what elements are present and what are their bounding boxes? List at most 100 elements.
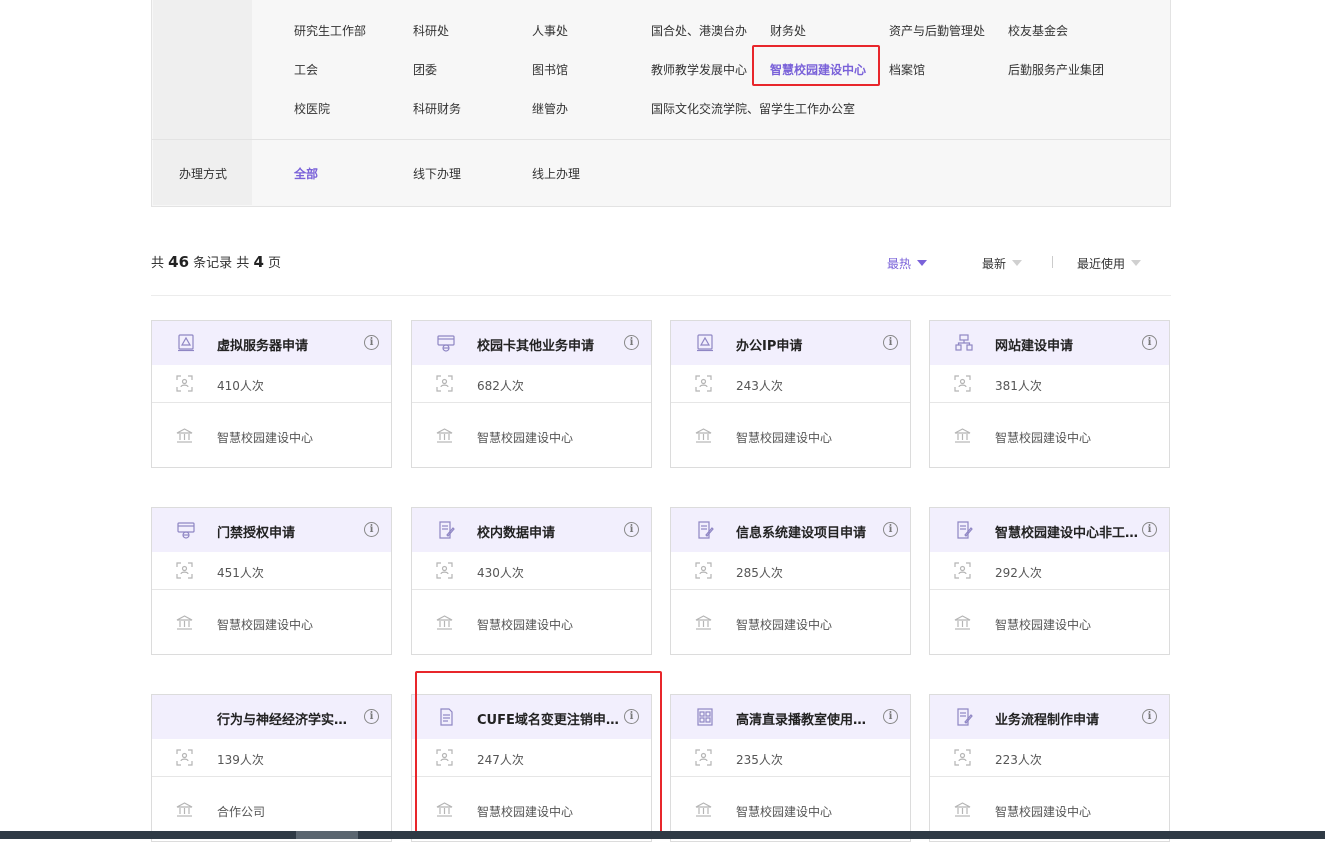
department-option[interactable]: 研究生工作部: [294, 22, 366, 39]
department-option[interactable]: 校医院: [294, 100, 330, 117]
service-card[interactable]: 高清直录播教室使用… i 235人次 智慧校园建设中心: [670, 694, 911, 842]
card-title[interactable]: 校内数据申请: [477, 522, 623, 541]
info-icon[interactable]: i: [1142, 709, 1157, 724]
service-card[interactable]: 智慧校园建设中心非工… i 292人次智慧校园建设中心: [929, 507, 1170, 655]
service-card[interactable]: 行为与神经经济学实… i 139人次 合作公司: [151, 694, 392, 842]
service-card[interactable]: 办公IP申请 i 243人次 智慧校园建设中心: [670, 320, 911, 468]
card-usage-row: 223人次: [930, 739, 1169, 777]
department-option[interactable]: 教师教学发展中心: [651, 61, 747, 78]
department-option[interactable]: 财务处: [770, 22, 806, 39]
caret-down-icon: [1131, 260, 1142, 266]
blank-icon: [176, 707, 196, 727]
card-title[interactable]: CUFE域名变更注销申…: [477, 709, 623, 728]
service-card[interactable]: 网站建设申请 i 381人次 智慧校园建设中心: [929, 320, 1170, 468]
department-option[interactable]: 国际文化交流学院、留学生工作办公室: [651, 100, 855, 117]
card-department: 智慧校园建设中心: [477, 805, 574, 819]
service-card[interactable]: 校园卡其他业务申请 i 682人次智慧校园建设中心: [411, 320, 652, 468]
face-scan-icon: [176, 749, 193, 766]
department-option[interactable]: 智慧校园建设中心: [770, 61, 866, 78]
filter-label-column: [153, 0, 252, 139]
card-department: 智慧校园建设中心: [995, 805, 1092, 819]
institution-icon: [695, 427, 712, 444]
service-card[interactable]: 信息系统建设项目申请 i 285人次 智慧校园建设中心: [670, 507, 911, 655]
department-option[interactable]: 资产与后勤管理处: [889, 22, 985, 39]
sort-hot[interactable]: 最热: [887, 255, 928, 272]
institution-icon: [176, 427, 193, 444]
service-card[interactable]: 虚拟服务器申请 i 410人次智慧校园建设中心: [151, 320, 392, 468]
mode-option-offline[interactable]: 线下办理: [413, 165, 461, 182]
card-title[interactable]: 智慧校园建设中心非工…: [995, 522, 1141, 541]
horizontal-scrollbar[interactable]: [0, 831, 1325, 839]
department-option[interactable]: 科研处: [413, 22, 449, 39]
card-title[interactable]: 高清直录播教室使用…: [736, 709, 882, 728]
card-department: 合作公司: [217, 805, 266, 819]
service-card[interactable]: 门禁授权申请 i 451人次 智慧校园建设中心: [151, 507, 392, 655]
caret-down-icon: [1012, 260, 1023, 266]
info-icon[interactable]: i: [883, 335, 898, 350]
department-option[interactable]: 图书馆: [532, 61, 568, 78]
card-usage-row: 682人次: [412, 365, 651, 403]
grid-doc-icon: [695, 707, 715, 727]
department-option[interactable]: 人事处: [532, 22, 568, 39]
caret-down-icon: [917, 260, 928, 266]
department-option[interactable]: 国合处、港澳台办: [651, 22, 747, 39]
department-option[interactable]: 科研财务: [413, 100, 461, 117]
mode-option-online[interactable]: 线上办理: [532, 165, 580, 182]
info-icon[interactable]: i: [883, 522, 898, 537]
institution-icon: [176, 801, 193, 818]
card-dept-row: 智慧校园建设中心: [930, 590, 1169, 654]
sort-separator: [1052, 256, 1053, 268]
service-card[interactable]: 校内数据申请 i 430人次 智慧校园建设中心: [411, 507, 652, 655]
service-card[interactable]: 业务流程制作申请 i 223人次智慧校园建设中心: [929, 694, 1170, 842]
card-title[interactable]: 业务流程制作申请: [995, 709, 1141, 728]
card-department: 智慧校园建设中心: [217, 618, 314, 632]
info-icon[interactable]: i: [364, 335, 379, 350]
card-dept-row: 智慧校园建设中心: [412, 403, 651, 467]
usage-count: 247人次: [477, 753, 524, 767]
card-department: 智慧校园建设中心: [736, 618, 833, 632]
department-option[interactable]: 团委: [413, 61, 437, 78]
card-department: 智慧校园建设中心: [477, 431, 574, 445]
info-icon[interactable]: i: [883, 709, 898, 724]
sort-hot-label: 最热: [887, 257, 912, 271]
card-title[interactable]: 信息系统建设项目申请: [736, 522, 882, 541]
card-title[interactable]: 网站建设申请: [995, 335, 1141, 354]
face-scan-icon: [436, 375, 453, 392]
info-icon[interactable]: i: [364, 709, 379, 724]
institution-icon: [436, 427, 453, 444]
face-scan-icon: [695, 562, 712, 579]
card-title[interactable]: 虚拟服务器申请: [217, 335, 363, 354]
info-icon[interactable]: i: [1142, 522, 1157, 537]
department-option[interactable]: 档案馆: [889, 61, 925, 78]
card-dept-row: 智慧校园建设中心: [152, 403, 391, 467]
records-count: 46: [168, 253, 190, 271]
sort-new[interactable]: 最新: [982, 255, 1023, 272]
service-card[interactable]: CUFE域名变更注销申… i 247人次智慧校园建设中心: [411, 694, 652, 842]
usage-count: 410人次: [217, 379, 264, 393]
form-edit-icon: [954, 520, 974, 540]
sort-recent[interactable]: 最近使用: [1077, 255, 1142, 272]
department-option[interactable]: 工会: [294, 61, 318, 78]
card-title[interactable]: 校园卡其他业务申请: [477, 335, 623, 354]
usage-count: 292人次: [995, 566, 1042, 580]
card-title[interactable]: 行为与神经经济学实…: [217, 709, 363, 728]
info-icon[interactable]: i: [624, 709, 639, 724]
scrollbar-thumb[interactable]: [296, 831, 358, 839]
institution-icon: [954, 801, 971, 818]
records-summary: 共 46 条记录 共 4 页: [151, 252, 281, 271]
mode-option-all[interactable]: 全部: [294, 165, 318, 182]
card-header: 门禁授权申请 i: [152, 508, 391, 552]
card-department: 智慧校园建设中心: [736, 431, 833, 445]
card-title[interactable]: 办公IP申请: [736, 335, 882, 354]
face-scan-icon: [695, 375, 712, 392]
info-icon[interactable]: i: [364, 522, 379, 537]
info-icon[interactable]: i: [624, 522, 639, 537]
face-scan-icon: [436, 562, 453, 579]
department-option[interactable]: 校友基金会: [1008, 22, 1068, 39]
department-option[interactable]: 继管办: [532, 100, 568, 117]
info-icon[interactable]: i: [1142, 335, 1157, 350]
info-icon[interactable]: i: [624, 335, 639, 350]
department-option[interactable]: 后勤服务产业集团: [1008, 61, 1104, 78]
filter-panel: 研究生工作部 科研处 人事处 国合处、港澳台办 财务处 资产与后勤管理处 校友基金会工会 团委…: [151, 0, 1171, 207]
card-title[interactable]: 门禁授权申请: [217, 522, 363, 541]
